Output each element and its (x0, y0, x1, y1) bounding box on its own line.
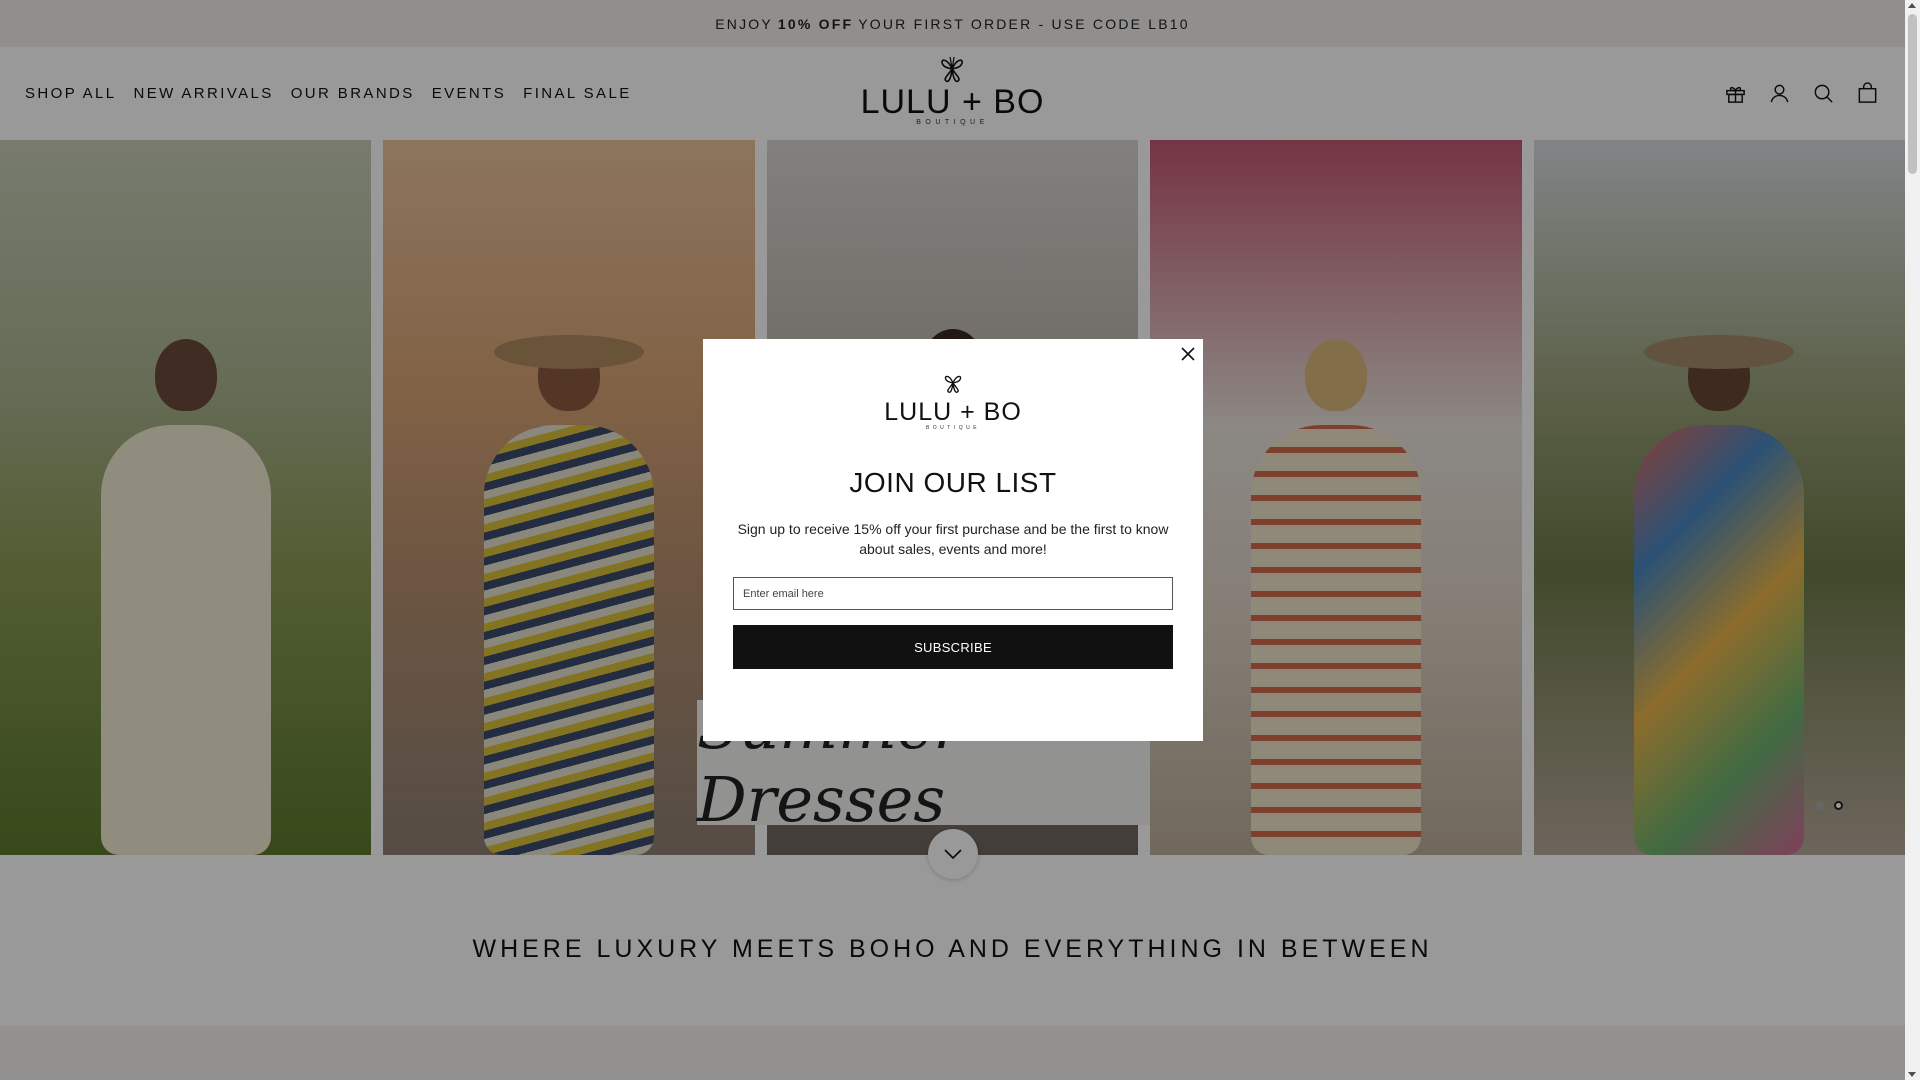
email-field[interactable] (733, 577, 1173, 610)
page-scrollbar[interactable] (1905, 0, 1920, 1080)
modal-logo-subtext: BOUTIQUE (925, 425, 981, 431)
modal-description: Sign up to receive 15% off your first pu… (737, 521, 1169, 557)
newsletter-modal: LULU + BO BOUTIQUE JOIN OUR LIST Sign up… (703, 339, 1203, 741)
page: ENJOY 10% OFF YOUR FIRST ORDER - USE COD… (0, 0, 1905, 1080)
scroll-up-arrow[interactable] (1908, 3, 1916, 8)
close-icon[interactable] (1180, 346, 1196, 362)
modal-title: JOIN OUR LIST (849, 467, 1057, 498)
subscribe-button[interactable]: SUBSCRIBE (733, 625, 1173, 669)
scroll-thumb[interactable] (1908, 14, 1917, 174)
scroll-down-arrow[interactable] (1908, 1072, 1916, 1077)
butterfly-logo-icon (944, 375, 962, 393)
modal-logo-text: LULU + BO (884, 398, 1022, 426)
modal-logo: LULU + BO BOUTIQUE (703, 371, 1203, 431)
